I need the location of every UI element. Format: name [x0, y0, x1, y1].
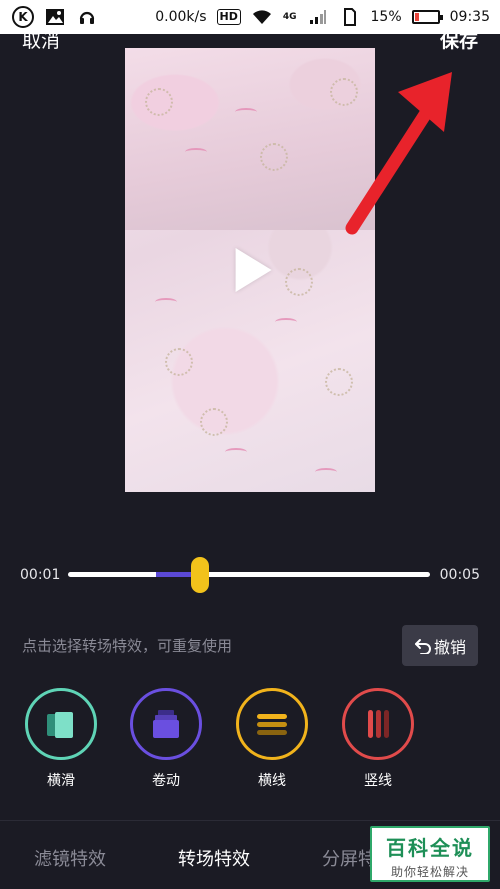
pattern-squiggle	[225, 448, 247, 456]
pattern-flower	[165, 348, 193, 376]
tab-transition-effects[interactable]: 转场特效	[178, 845, 250, 871]
effect-scroll[interactable]: 卷动	[126, 688, 206, 790]
slide-icon	[25, 688, 97, 760]
headphones-icon	[76, 6, 98, 28]
effect-slide[interactable]: 横滑	[21, 688, 101, 790]
undo-icon	[414, 638, 431, 654]
watermark-sub: 助你轻松解决	[390, 865, 469, 879]
timeline-track[interactable]	[68, 572, 430, 577]
watermark-main: 百科全说	[386, 836, 474, 860]
video-transition-frame	[125, 48, 375, 230]
network-speed: 0.00k/s	[155, 9, 207, 25]
save-button[interactable]: 保存	[440, 26, 478, 53]
transition-hint: 点击选择转场特效，可重复使用	[22, 637, 233, 655]
cancel-button[interactable]: 取消	[22, 26, 60, 53]
effect-label: 卷动	[152, 773, 180, 789]
pattern-squiggle	[275, 318, 297, 326]
wifi-icon	[251, 6, 273, 28]
timeline-scrubber[interactable]	[191, 557, 209, 593]
effect-vertical-lines[interactable]: 竖线	[338, 688, 418, 790]
battery-percent: 15%	[370, 9, 402, 25]
pattern-squiggle	[235, 108, 257, 116]
effect-horizontal-lines[interactable]: 横线	[232, 688, 312, 790]
pattern-flower	[145, 88, 173, 116]
video-preview[interactable]	[125, 48, 375, 492]
horizontal-lines-icon	[236, 688, 308, 760]
image-icon	[44, 6, 66, 28]
effect-label: 横滑	[47, 773, 75, 789]
pattern-flower	[285, 268, 313, 296]
pattern-flower	[200, 408, 228, 436]
status-bar-right: 0.00k/s HD 4G 15% 09:35	[155, 6, 490, 28]
pattern-flower	[260, 143, 288, 171]
tab-filter-effects[interactable]: 滤镜特效	[34, 845, 106, 871]
effect-label: 竖线	[364, 773, 392, 789]
k-app-icon: K	[12, 6, 34, 28]
watermark-logo: 百科全说 助你轻松解决	[370, 826, 490, 882]
status-bar-left: K	[12, 6, 98, 28]
timeline-end-time: 00:05	[439, 567, 480, 583]
sim-icon	[339, 6, 361, 28]
status-bar: K 0.00k/s HD 4G 15% 09:35	[0, 0, 500, 34]
scroll-icon	[130, 688, 202, 760]
play-icon[interactable]	[235, 248, 272, 292]
annotation-arrow-icon	[345, 72, 452, 235]
effect-label: 横线	[258, 773, 286, 789]
pattern-squiggle	[155, 298, 177, 306]
vertical-lines-icon	[342, 688, 414, 760]
cellular-type: 4G	[282, 12, 297, 22]
timeline-start-time: 00:01	[20, 567, 61, 583]
undo-button[interactable]: 撤销	[402, 625, 478, 666]
pattern-squiggle	[185, 148, 207, 156]
pattern-squiggle	[315, 468, 337, 476]
transition-effects-list: 横滑 卷动 横线 竖线	[0, 688, 500, 790]
undo-label: 撤销	[433, 637, 466, 657]
clock: 09:35	[449, 9, 490, 25]
pattern-flower	[325, 368, 353, 396]
hd-badge: HD	[216, 9, 241, 25]
battery-level	[414, 13, 419, 21]
battery-icon	[411, 10, 443, 24]
signal-icon	[307, 6, 329, 28]
